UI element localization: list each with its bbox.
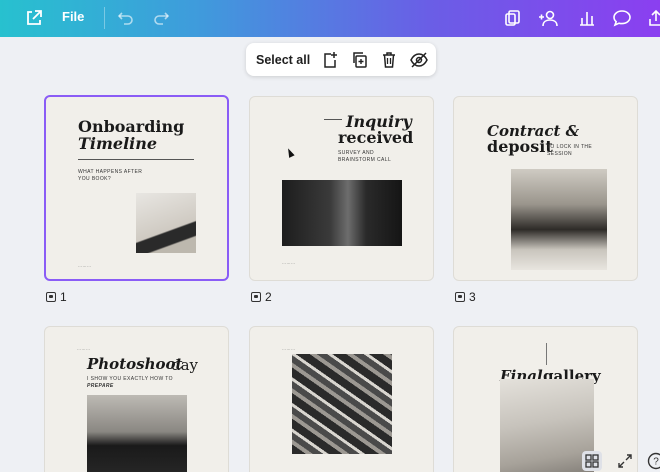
page-1-footer: ⋯⋯⋯: [78, 264, 92, 269]
selection-toolbar: Select all: [246, 43, 436, 76]
fullscreen-icon[interactable]: [615, 451, 635, 471]
divider: [104, 7, 105, 29]
page-icon: [46, 292, 56, 302]
page-4-title-line1: Photoshoot: [87, 355, 183, 373]
grid-view-icon[interactable]: [582, 451, 602, 471]
analytics-icon[interactable]: [576, 7, 598, 29]
page-number-2: 2: [251, 290, 272, 304]
help-icon[interactable]: ?: [646, 451, 660, 471]
page-1-subtitle: WHAT HAPPENS AFTER YOU BOOK?: [78, 169, 143, 182]
page-6-photo: [500, 379, 594, 472]
page-5-photo: [292, 354, 392, 454]
top-bar: File: [0, 0, 660, 37]
external-share-icon[interactable]: [23, 7, 45, 29]
page-number-1: 1: [46, 290, 67, 304]
page-3-subtitle: TO LOCK IN THE SESSION: [547, 144, 593, 157]
divider: [324, 119, 342, 120]
page-1-title-line2: Timeline: [78, 134, 158, 153]
add-page-icon[interactable]: [320, 50, 340, 70]
redo-icon[interactable]: [150, 7, 172, 29]
page-icon: [251, 292, 261, 302]
page-4-subtitle: I SHOW YOU EXACTLY HOW TO: [87, 376, 173, 382]
page-4-title-line2: day: [171, 356, 199, 374]
page-thumbnail-2[interactable]: Inquiry received SURVEY AND BRAINSTORM C…: [249, 96, 434, 281]
divider: [78, 159, 194, 160]
divider: [546, 343, 547, 365]
duplicate-icon[interactable]: [350, 50, 370, 70]
page-thumbnail-5[interactable]: ⋯⋯⋯: [249, 326, 434, 472]
page-icon: [455, 292, 465, 302]
page-number-3: 3: [455, 290, 476, 304]
collaborate-icon[interactable]: [538, 7, 560, 29]
page-4-subtitle2: PREPARE: [87, 383, 114, 389]
page-5-header: ⋯⋯⋯: [282, 347, 296, 352]
page-2-subtitle: SURVEY AND BRAINSTORM CALL: [338, 150, 392, 163]
page-3-title-line2: deposit: [487, 137, 553, 156]
undo-icon[interactable]: [115, 7, 137, 29]
page-2-photo: [282, 180, 402, 246]
file-menu-button[interactable]: File: [62, 9, 84, 24]
page-3-photo: [511, 169, 607, 270]
page-thumbnail-6[interactable]: Final gallery: [453, 326, 638, 472]
hide-icon[interactable]: [409, 50, 429, 70]
page-4-header: ⋯⋯⋯: [77, 347, 91, 352]
page-thumbnail-4[interactable]: ⋯⋯⋯ Photoshoot day I SHOW YOU EXACTLY HO…: [44, 326, 229, 472]
page-thumbnail-3[interactable]: Contract & deposit TO LOCK IN THE SESSIO…: [453, 96, 638, 281]
select-all-button[interactable]: Select all: [256, 53, 310, 67]
page-1-photo: [136, 193, 196, 253]
page-thumbnail-1[interactable]: Onboarding Timeline WHAT HAPPENS AFTER Y…: [44, 95, 229, 281]
trash-icon[interactable]: [379, 50, 399, 70]
svg-text:?: ?: [653, 457, 659, 468]
app-root: File Select all Onboarding Timeline WHAT…: [0, 0, 660, 472]
pages-icon[interactable]: [502, 7, 524, 29]
page-4-photo: [87, 395, 187, 472]
page-2-title-line2: received: [338, 128, 414, 147]
page-2-footer: ⋯⋯⋯: [282, 261, 296, 266]
comment-icon[interactable]: [611, 7, 633, 29]
share-icon[interactable]: [645, 7, 660, 29]
